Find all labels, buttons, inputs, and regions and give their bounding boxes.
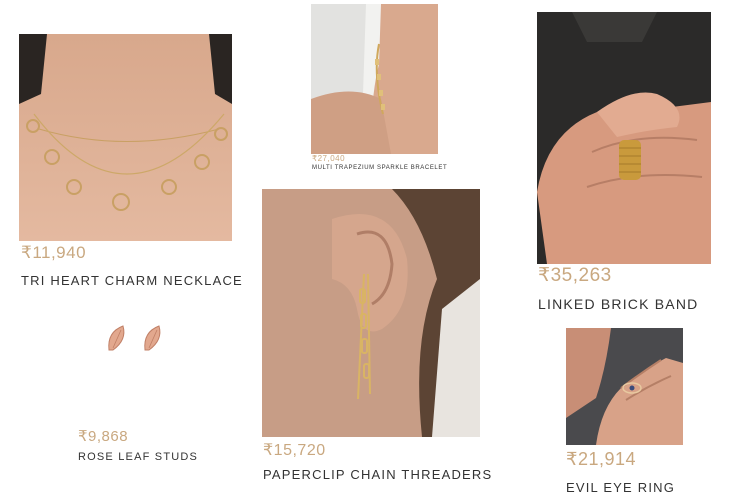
product-name[interactable]: PAPERCLIP CHAIN THREADERS (263, 467, 492, 482)
product-name[interactable]: MULTI TRAPEZIUM SPARKLE BRACELET (312, 165, 447, 171)
ring-photo[interactable] (566, 328, 683, 445)
product-price: ₹15,720 (263, 442, 326, 459)
product-price: ₹11,940 (21, 243, 87, 262)
product-price: ₹35,263 (538, 265, 612, 286)
product-name[interactable]: TRI HEART CHARM NECKLACE (21, 273, 243, 288)
bracelet-photo[interactable] (311, 4, 438, 154)
product-name[interactable]: EVIL EYE RING (566, 480, 675, 495)
threaders-photo[interactable] (262, 189, 480, 437)
studs-photo[interactable] (105, 322, 165, 354)
product-name[interactable]: ROSE LEAF STUDS (78, 451, 198, 463)
product-price: ₹9,868 (78, 428, 129, 445)
product-price: ₹21,914 (566, 449, 637, 469)
necklace-photo[interactable] (19, 34, 232, 241)
product-name[interactable]: LINKED BRICK BAND (538, 296, 698, 312)
band-photo[interactable] (537, 12, 711, 264)
product-price: ₹27,040 (312, 154, 346, 163)
